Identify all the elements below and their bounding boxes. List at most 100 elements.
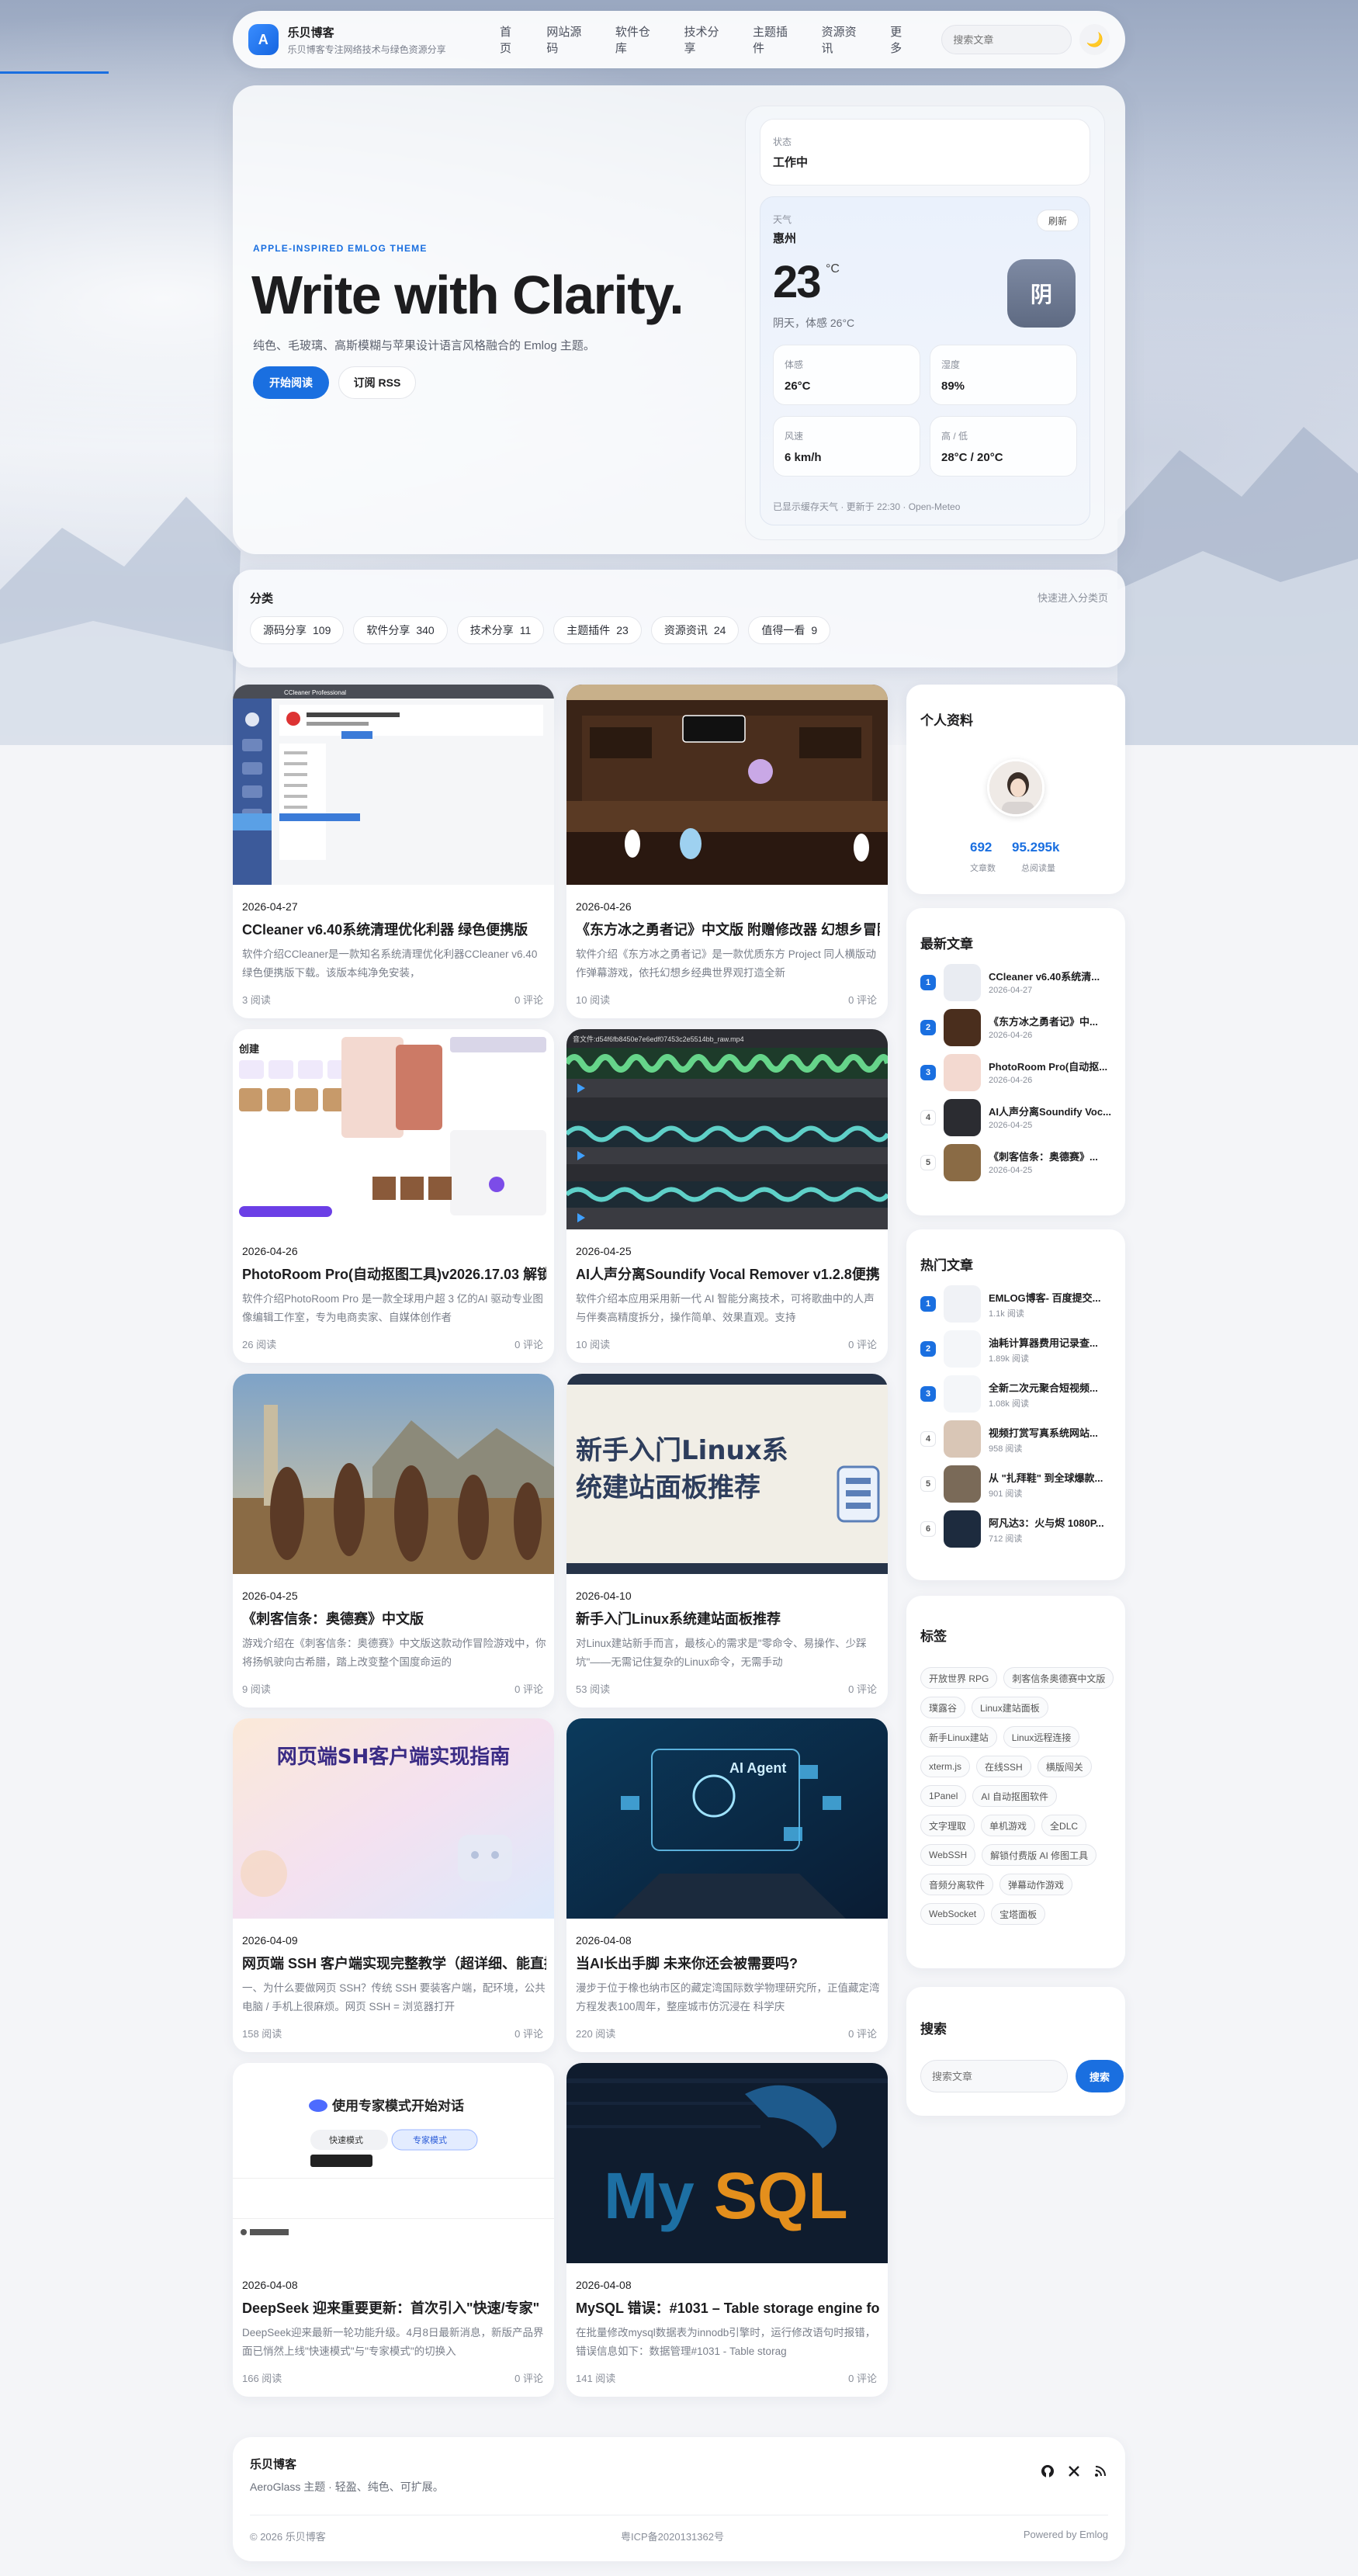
- post-comments[interactable]: 0 评论: [514, 1337, 543, 1351]
- post-card[interactable]: AI Agent 2026-04-08 当AI长出手脚 未来你还会被需要吗? 漫…: [566, 1718, 888, 2052]
- status-weather-panel: 状态 工作中 天气 惠州 刷新 23 °C 阴天，体感 26°C 阴 体感 26…: [745, 106, 1105, 540]
- category-chip[interactable]: 软件分享 340: [353, 616, 448, 644]
- post-comments[interactable]: 0 评论: [514, 1681, 543, 1696]
- post-title[interactable]: MySQL 错误：#1031 – Table storage engine fo: [576, 2297, 880, 2318]
- footer-powered-by[interactable]: Powered by Emlog: [1024, 2529, 1108, 2540]
- post-title[interactable]: 《东方冰之勇者记》中文版 附赠修改器 幻想乡冒险: [576, 919, 880, 939]
- github-icon[interactable]: [1040, 2463, 1055, 2479]
- category-chip[interactable]: 技术分享 11: [456, 616, 545, 644]
- weather-refresh-button[interactable]: 刷新: [1036, 210, 1079, 231]
- post-comments[interactable]: 0 评论: [848, 2026, 877, 2040]
- post-title[interactable]: DeepSeek 迎来重要更新：首次引入"快速/专家": [242, 2297, 546, 2318]
- post-comments[interactable]: 0 评论: [848, 1337, 877, 1351]
- nav-link-home[interactable]: 首页: [487, 23, 534, 56]
- rss-icon[interactable]: [1093, 2463, 1108, 2479]
- post-thumbnail: 创建: [233, 1029, 554, 1229]
- footer-icp-link[interactable]: 粤ICP备2020131362号: [621, 2529, 724, 2543]
- list-item[interactable]: 5 从 "扎拜鞋" 到全球爆款... 901 阅读: [920, 1462, 1114, 1507]
- sidebar-search-input[interactable]: [920, 2060, 1068, 2092]
- start-reading-button[interactable]: 开始阅读: [253, 366, 329, 399]
- post-comments[interactable]: 0 评论: [848, 992, 877, 1007]
- category-chip[interactable]: 主题插件 23: [553, 616, 642, 644]
- brand[interactable]: 乐贝博客 乐贝博客专注网络技术与绿色资源分享: [288, 24, 467, 56]
- nav-search-input[interactable]: [941, 25, 1072, 54]
- tag[interactable]: WebSSH: [920, 1844, 976, 1866]
- avatar[interactable]: [987, 759, 1044, 816]
- tag[interactable]: 单机游戏: [981, 1815, 1036, 1836]
- post-title[interactable]: PhotoRoom Pro(自动抠图工具)v2026.17.03 解锁: [242, 1264, 546, 1284]
- tag[interactable]: xterm.js: [920, 1756, 970, 1777]
- tag[interactable]: AI 自动抠图软件: [972, 1785, 1058, 1807]
- tag[interactable]: 刺客信条奥德赛中文版: [1003, 1667, 1114, 1689]
- post-title[interactable]: 当AI长出手脚 未来你还会被需要吗?: [576, 1953, 880, 1973]
- categories-page-link[interactable]: 快速进入分类页: [1038, 590, 1108, 605]
- moon-icon[interactable]: 🌙: [1079, 24, 1110, 55]
- post-comments[interactable]: 0 评论: [848, 1681, 877, 1696]
- post-comments[interactable]: 0 评论: [514, 992, 543, 1007]
- list-item[interactable]: 2 油耗计算器费用记录查... 1.89k 阅读: [920, 1327, 1114, 1372]
- tag[interactable]: 文字理取: [920, 1815, 975, 1836]
- tag[interactable]: Linux建站面板: [972, 1697, 1048, 1718]
- deepseek-expert-mode: 专家模式: [413, 2134, 447, 2145]
- nav-link-software[interactable]: 软件仓库: [603, 23, 672, 56]
- post-card[interactable]: 创建 2026-04-26 PhotoRoom Pro(自动抠图工具)v2026…: [233, 1029, 554, 1363]
- post-title[interactable]: AI人声分离Soundify Vocal Remover v1.2.8便携: [576, 1264, 880, 1284]
- subscribe-rss-button[interactable]: 订阅 RSS: [338, 366, 416, 399]
- site-logo[interactable]: A: [248, 24, 279, 55]
- category-chip[interactable]: 源码分享 109: [250, 616, 345, 644]
- tag[interactable]: 弹幕动作游戏: [999, 1874, 1073, 1895]
- post-comments[interactable]: 0 评论: [514, 2370, 543, 2385]
- list-date: 2026-04-25: [989, 1166, 1033, 1175]
- list-item[interactable]: 1 CCleaner v6.40系统清... 2026-04-27: [920, 961, 1114, 1006]
- tag[interactable]: 开放世界 RPG: [920, 1667, 998, 1689]
- post-title[interactable]: 新手入门Linux系统建站面板推荐: [576, 1608, 880, 1628]
- post-title[interactable]: 网页端 SSH 客户端实现完整教学（超详细、能直接: [242, 1953, 546, 1973]
- post-card[interactable]: 2026-04-25 《刺客信条：奥德赛》中文版 游戏介绍在《刺客信条：奥德赛》…: [233, 1374, 554, 1708]
- post-comments[interactable]: 0 评论: [514, 2026, 543, 2040]
- x-icon[interactable]: [1066, 2463, 1082, 2479]
- tag[interactable]: 璞露谷: [920, 1697, 966, 1718]
- tag[interactable]: 宝塔面板: [991, 1903, 1046, 1925]
- category-chip[interactable]: 资源资讯 24: [650, 616, 740, 644]
- post-card[interactable]: 使用专家模式开始对话 快速模式 专家模式 2026-04-08 DeepSeek…: [233, 2063, 554, 2397]
- tag[interactable]: 1Panel: [920, 1785, 967, 1807]
- post-card[interactable]: 网页端SH客户端实现指南 2026-04-09 网页端 SSH 客户端实现完整教…: [233, 1718, 554, 2052]
- list-item[interactable]: 4 视频打赏写真系统网站... 958 阅读: [920, 1417, 1114, 1462]
- tag[interactable]: 全DLC: [1041, 1815, 1087, 1836]
- list-item[interactable]: 2 《东方冰之勇者记》中... 2026-04-26: [920, 1006, 1114, 1051]
- tag[interactable]: 横版闯关: [1037, 1756, 1092, 1777]
- post-card[interactable]: CCleaner Professional 2026-04-27 CCleane…: [233, 685, 554, 1018]
- list-thumbnail: [944, 1285, 981, 1323]
- ssh-thumb-title: 网页端SH客户端实现指南: [277, 1745, 511, 1769]
- list-item[interactable]: 1 EMLOG博客- 百度提交... 1.1k 阅读: [920, 1282, 1114, 1327]
- tag[interactable]: 解锁付费版 AI 修图工具: [982, 1844, 1097, 1866]
- nav-link-more[interactable]: 更多: [878, 23, 924, 56]
- list-title: CCleaner v6.40系统清...: [989, 971, 1100, 983]
- tag[interactable]: WebSocket: [920, 1903, 986, 1925]
- tag[interactable]: 在线SSH: [976, 1756, 1031, 1777]
- tag[interactable]: 新手Linux建站: [920, 1726, 997, 1748]
- sidebar-search-button[interactable]: 搜索: [1076, 2060, 1124, 2092]
- list-item[interactable]: 3 全新二次元聚合短视频... 1.08k 阅读: [920, 1372, 1114, 1417]
- post-card[interactable]: 新手入门Linux系 统建站面板推荐 2026-04-10 新手入门Linux系…: [566, 1374, 888, 1708]
- list-item[interactable]: 4 AI人声分离Soundify Voc... 2026-04-25: [920, 1096, 1114, 1141]
- list-item[interactable]: 6 阿凡达3：火与烬 1080P... 712 阅读: [920, 1507, 1114, 1552]
- nav-link-news[interactable]: 资源资讯: [809, 23, 878, 56]
- tag[interactable]: 音频分离软件: [920, 1874, 994, 1895]
- category-chip[interactable]: 值得一看 9: [748, 616, 831, 644]
- nav-link-themes[interactable]: 主题插件: [740, 23, 809, 56]
- post-comments[interactable]: 0 评论: [848, 2370, 877, 2385]
- post-title[interactable]: 《刺客信条：奥德赛》中文版: [242, 1608, 546, 1628]
- list-item[interactable]: 3 PhotoRoom Pro(自动抠... 2026-04-26: [920, 1051, 1114, 1096]
- post-title[interactable]: CCleaner v6.40系统清理优化利器 绿色便携版: [242, 919, 546, 939]
- post-card[interactable]: 2026-04-26 《东方冰之勇者记》中文版 附赠修改器 幻想乡冒险 软件介绍…: [566, 685, 888, 1018]
- list-item[interactable]: 5 《刺客信条：奥德赛》... 2026-04-25: [920, 1141, 1114, 1186]
- nav-link-source[interactable]: 网站源码: [534, 23, 603, 56]
- tag-cloud: 开放世界 RPG 刺客信条奥德赛中文版 璞露谷 Linux建站面板 新手Linu…: [920, 1667, 1114, 1925]
- tag[interactable]: Linux远程连接: [1003, 1726, 1080, 1748]
- category-chips: 源码分享 109 软件分享 340 技术分享 11 主题插件 23 资源资讯 24 值得一…: [250, 616, 831, 644]
- post-card[interactable]: My SQL 2026-04-08 MySQL 错误：#1031 – Table…: [566, 2063, 888, 2397]
- post-views: 10 阅读: [576, 1339, 611, 1350]
- post-card[interactable]: 音文件:d54f6fb8450e7e6edf07453c2e5514bb_raw…: [566, 1029, 888, 1363]
- nav-link-tech[interactable]: 技术分享: [671, 23, 740, 56]
